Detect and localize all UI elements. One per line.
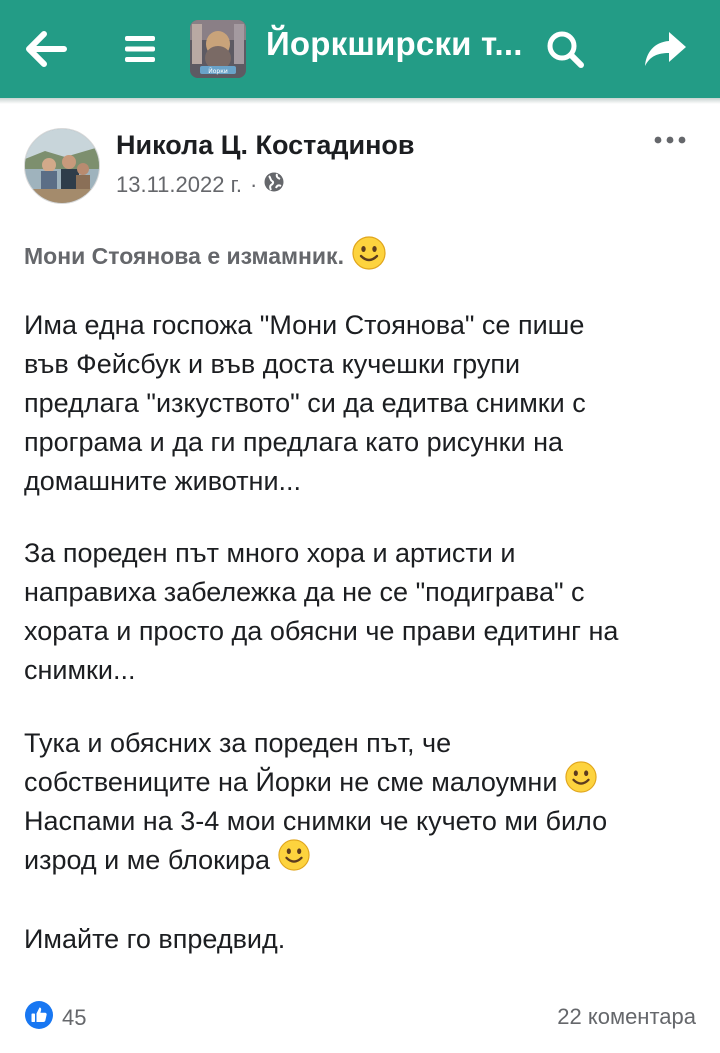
smiley-emoji-icon [352, 236, 386, 276]
author-avatar[interactable] [24, 128, 100, 204]
comment-count-link[interactable]: 22 коментара [557, 1004, 696, 1030]
top-bar-shadow [0, 98, 720, 104]
menu-icon[interactable] [113, 22, 167, 76]
post-paragraph-3: Тука и обясних за пореден път, че собств… [24, 724, 607, 880]
like-icon [24, 1000, 54, 1035]
like-count: 45 [62, 1004, 87, 1030]
back-arrow-icon[interactable] [18, 22, 72, 76]
search-icon[interactable] [538, 22, 592, 76]
text-line: във Фейсбук и във доста кучешки групи [24, 349, 521, 379]
smiley-emoji-icon [278, 839, 310, 882]
text-line: снимки... [24, 655, 136, 685]
text-line: направиха забележка да не се "подиграва"… [24, 577, 585, 607]
group-thumb-label: Йорки [208, 68, 228, 75]
text-line: изрод и ме блокира [24, 845, 271, 875]
reaction-summary[interactable]: 45 [24, 1000, 86, 1035]
text-line: За пореден път много хора и артисти и [24, 538, 516, 568]
post-headline: Мони Стоянова е измамник. [24, 236, 386, 276]
post-paragraph-1: Има една госпожа "Мони Стоянова" се пише… [24, 306, 586, 501]
post-paragraph-4: Имайте го впредвид. [24, 920, 285, 959]
share-icon[interactable] [638, 22, 692, 76]
author-name[interactable]: Никола Ц. Костадинов [116, 130, 414, 161]
text-line: собствениците на Йорки не сме малоумни [24, 767, 558, 797]
text-line: хората и просто да обясни че прави едити… [24, 616, 619, 646]
text-line: предлага "изкуството" си да едитва снимк… [24, 388, 586, 418]
post-paragraph-2: За пореден път много хора и артисти и на… [24, 534, 618, 690]
text-line: Наспами на 3-4 мои снимки че кучето ми б… [24, 806, 608, 836]
group-avatar[interactable]: Йорки [190, 20, 246, 78]
text-line-with-emoji: изрод и ме блокира [24, 839, 607, 882]
post-date[interactable]: 13.11.2022 г. [116, 172, 242, 198]
more-dots-icon[interactable] [650, 128, 690, 152]
globe-icon [263, 171, 285, 199]
group-title[interactable]: Йоркширски т... [266, 25, 523, 63]
post-meta: 13.11.2022 г. · [116, 171, 285, 199]
text-line-with-emoji: собствениците на Йорки не сме малоумни [24, 761, 607, 804]
headline-text: Мони Стоянова е измамник. [24, 242, 344, 269]
text-line: Имайте го впредвид. [24, 924, 286, 954]
text-line: Има една госпожа "Мони Стоянова" се пише [24, 310, 585, 340]
text-line: домашните животни... [24, 466, 302, 496]
text-line: програма и да ги предлага като рисунки н… [24, 427, 563, 457]
text-line: Тука и обясних за пореден път, че [24, 728, 452, 758]
top-app-bar: Йорки Йоркширски т... [0, 0, 720, 104]
meta-separator: · [250, 172, 258, 197]
smiley-emoji-icon [565, 761, 598, 804]
